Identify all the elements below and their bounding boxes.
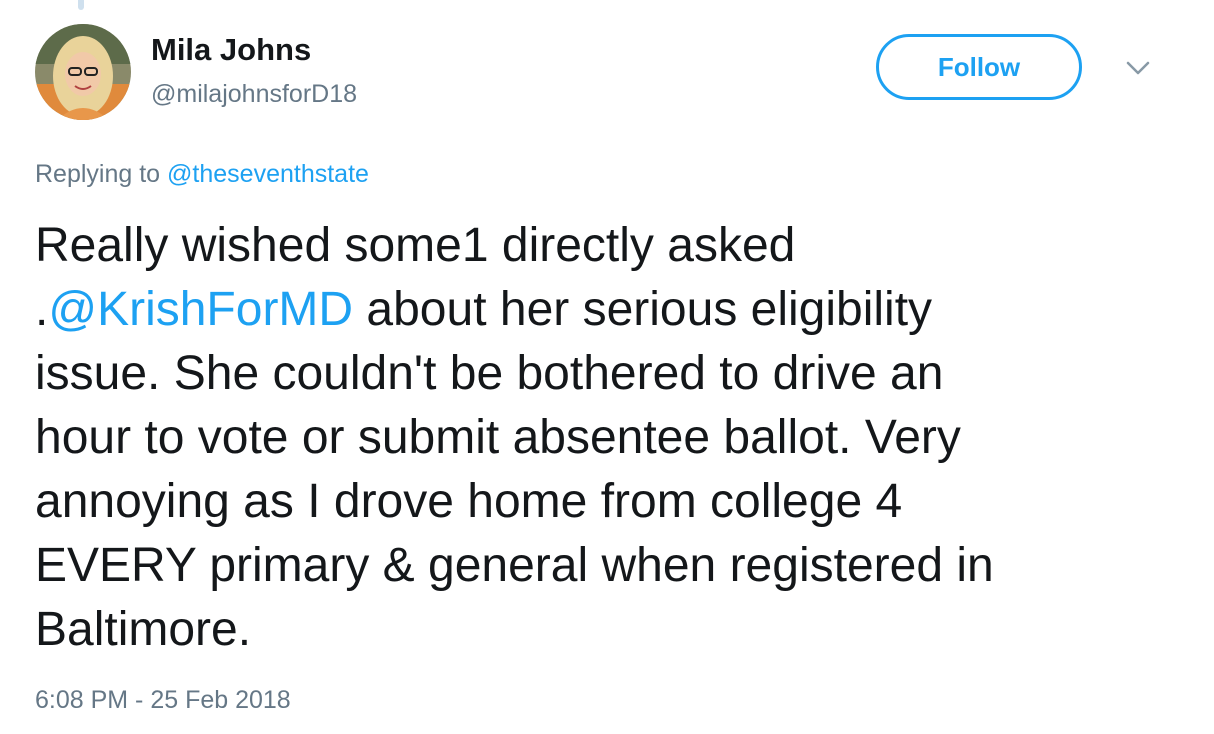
display-name[interactable]: Mila Johns <box>151 32 311 68</box>
tweet-line: hour to vote or submit absentee ballot. … <box>35 411 961 464</box>
chevron-down-icon[interactable] <box>1124 58 1152 78</box>
tweet-line: EVERY primary & general when registered … <box>35 539 994 592</box>
tweet-line: annoying as I drove home from college 4 <box>35 475 903 528</box>
avatar-image <box>35 24 131 120</box>
thread-connector <box>78 0 84 10</box>
replying-to: Replying to @theseventhstate <box>35 160 369 189</box>
tweet-line: Baltimore. <box>35 603 252 656</box>
tweet-line: .@KrishForMD about her serious eligibili… <box>35 278 1185 342</box>
timestamp[interactable]: 6:08 PM - 25 Feb 2018 <box>35 686 291 715</box>
tweet-text: Really wished some1 directly asked .@Kri… <box>35 214 1185 662</box>
reply-mention-link[interactable]: @theseventhstate <box>167 160 369 188</box>
tweet-line-rest: about her serious eligibility <box>353 283 933 336</box>
tweet-line: issue. She couldn't be bothered to drive… <box>35 347 944 400</box>
mention-link[interactable]: @KrishForMD <box>48 283 353 336</box>
tweet-line: Really wished some1 directly asked <box>35 219 796 272</box>
replying-to-label: Replying to <box>35 160 168 188</box>
avatar[interactable] <box>35 24 131 120</box>
tweet-line-prefix: . <box>35 283 49 336</box>
follow-button[interactable]: Follow <box>876 34 1082 100</box>
user-handle[interactable]: @milajohnsforD18 <box>151 80 357 109</box>
